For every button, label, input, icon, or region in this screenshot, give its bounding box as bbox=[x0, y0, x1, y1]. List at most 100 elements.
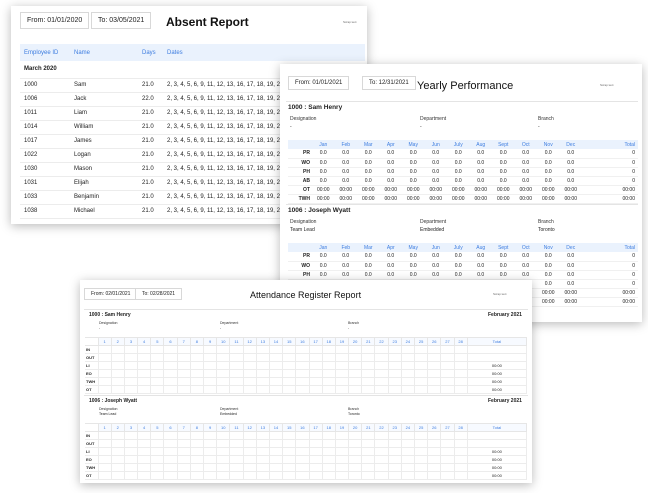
value-cell: 00:00 bbox=[379, 185, 402, 195]
absent-col-dates[interactable]: Dates bbox=[163, 44, 365, 61]
row-label: TWH bbox=[288, 194, 312, 204]
table-row: LI 00:00 bbox=[85, 361, 528, 370]
day-cell bbox=[150, 385, 165, 394]
day-cell bbox=[150, 345, 165, 354]
day-cell bbox=[255, 345, 270, 354]
day-header: 28 bbox=[453, 423, 468, 432]
day-header: 14 bbox=[268, 423, 284, 432]
day-cell bbox=[387, 431, 402, 440]
day-cell bbox=[374, 385, 389, 394]
value-cell: 0.0 bbox=[447, 252, 470, 262]
row-label: EO bbox=[85, 369, 99, 378]
day-cell bbox=[282, 455, 297, 464]
day-header: 21 bbox=[361, 423, 376, 432]
day-cell bbox=[229, 463, 244, 472]
month-header: Aug bbox=[469, 243, 492, 252]
absent-from-date[interactable]: From: 01/01/2020 bbox=[20, 12, 90, 29]
value-cell: 00:00 bbox=[334, 185, 357, 195]
day-cell bbox=[242, 385, 257, 394]
value-cell: 0.0 bbox=[312, 270, 335, 280]
day-cell bbox=[189, 377, 205, 386]
day-header: 26 bbox=[427, 337, 442, 346]
attendance-title: Attendance Register Report bbox=[250, 290, 362, 300]
total-cell: 0 bbox=[582, 252, 638, 262]
day-cell bbox=[123, 369, 139, 378]
days-cell: 21.0 bbox=[138, 148, 163, 163]
table-row: PH 0.0 0.0 0.0 0.0 0.0 0.0 0.0 0.0 0.0 0.0 0.0 0.0 0 bbox=[288, 167, 638, 177]
day-cell bbox=[387, 377, 402, 386]
value-cell: 0.0 bbox=[402, 167, 425, 177]
attendance-to-date[interactable]: To: 02/28/2021 bbox=[135, 288, 183, 300]
meta-value-branch: Toronto bbox=[348, 412, 360, 416]
value-cell: 0.0 bbox=[537, 176, 560, 186]
table-row: EO 00:00 bbox=[85, 369, 528, 378]
day-cell bbox=[400, 431, 416, 440]
absent-to-date[interactable]: To: 03/05/2021 bbox=[91, 12, 152, 29]
value-cell: 00:00 bbox=[312, 194, 335, 204]
day-header: 21 bbox=[361, 337, 376, 346]
day-cell bbox=[255, 361, 270, 370]
day-cell bbox=[97, 463, 112, 472]
meta-label-branch: Branch bbox=[538, 116, 554, 122]
day-cell bbox=[427, 361, 442, 370]
value-cell: 00:00 bbox=[424, 185, 447, 195]
value-cell: 0.0 bbox=[537, 270, 560, 280]
day-cell bbox=[202, 463, 218, 472]
day-header: 20 bbox=[348, 423, 363, 432]
yearly-to-date[interactable]: To: 12/31/2021 bbox=[362, 76, 416, 90]
day-cell bbox=[242, 377, 257, 386]
day-header: 12 bbox=[242, 337, 257, 346]
day-cell bbox=[361, 377, 376, 386]
meta-value-department: - bbox=[220, 326, 222, 330]
absent-tiny-text: Scrap text bbox=[343, 20, 357, 24]
day-cell bbox=[440, 353, 455, 362]
day-cell bbox=[440, 431, 455, 440]
day-cell bbox=[321, 439, 336, 448]
value-cell: 0.0 bbox=[537, 279, 560, 289]
yearly-from-date[interactable]: From: 01/01/2021 bbox=[288, 76, 350, 90]
day-cell bbox=[229, 447, 244, 456]
value-cell: 0.0 bbox=[559, 158, 582, 168]
day-cell bbox=[427, 369, 442, 378]
day-cell bbox=[189, 447, 205, 456]
day-cell bbox=[361, 431, 376, 440]
value-cell: 00:00 bbox=[559, 185, 582, 195]
day-cell bbox=[348, 431, 363, 440]
day-cell bbox=[189, 463, 205, 472]
absent-col-employee-id[interactable]: Employee ID bbox=[20, 44, 70, 61]
total-cell: 0 bbox=[582, 279, 638, 289]
day-cell bbox=[453, 447, 468, 456]
value-cell: 0.0 bbox=[312, 167, 335, 177]
day-cell bbox=[387, 463, 402, 472]
day-cell bbox=[413, 361, 429, 370]
day-header: 2 bbox=[110, 337, 125, 346]
day-cell bbox=[123, 455, 139, 464]
day-cell bbox=[150, 377, 165, 386]
day-cell bbox=[255, 455, 270, 464]
employee-id-cell: 1030 bbox=[20, 162, 70, 177]
month-header: July bbox=[447, 243, 470, 252]
day-header: 27 bbox=[440, 337, 455, 346]
day-cell bbox=[176, 471, 191, 480]
day-cell bbox=[361, 455, 376, 464]
day-cell bbox=[321, 377, 336, 386]
name-cell: Liam bbox=[70, 106, 138, 121]
meta-value-branch: - bbox=[538, 124, 540, 130]
value-cell: 0.0 bbox=[357, 167, 380, 177]
value-cell: 0.0 bbox=[357, 176, 380, 186]
day-cell bbox=[413, 463, 429, 472]
day-cell bbox=[255, 385, 270, 394]
attendance-from-date[interactable]: From: 02/01/2021 bbox=[84, 288, 138, 300]
day-cell bbox=[163, 455, 178, 464]
day-cell bbox=[308, 455, 323, 464]
day-cell bbox=[282, 369, 297, 378]
day-cell bbox=[334, 455, 350, 464]
value-cell: 0.0 bbox=[447, 149, 470, 159]
meta-value-designation: - bbox=[99, 326, 101, 330]
day-header: 18 bbox=[321, 423, 336, 432]
table-row: TWH 00:00 bbox=[85, 463, 528, 472]
value-cell: 0.0 bbox=[334, 158, 357, 168]
absent-col-days[interactable]: Days bbox=[138, 44, 163, 61]
absent-col-name[interactable]: Name bbox=[70, 44, 138, 61]
day-cell bbox=[334, 345, 350, 354]
